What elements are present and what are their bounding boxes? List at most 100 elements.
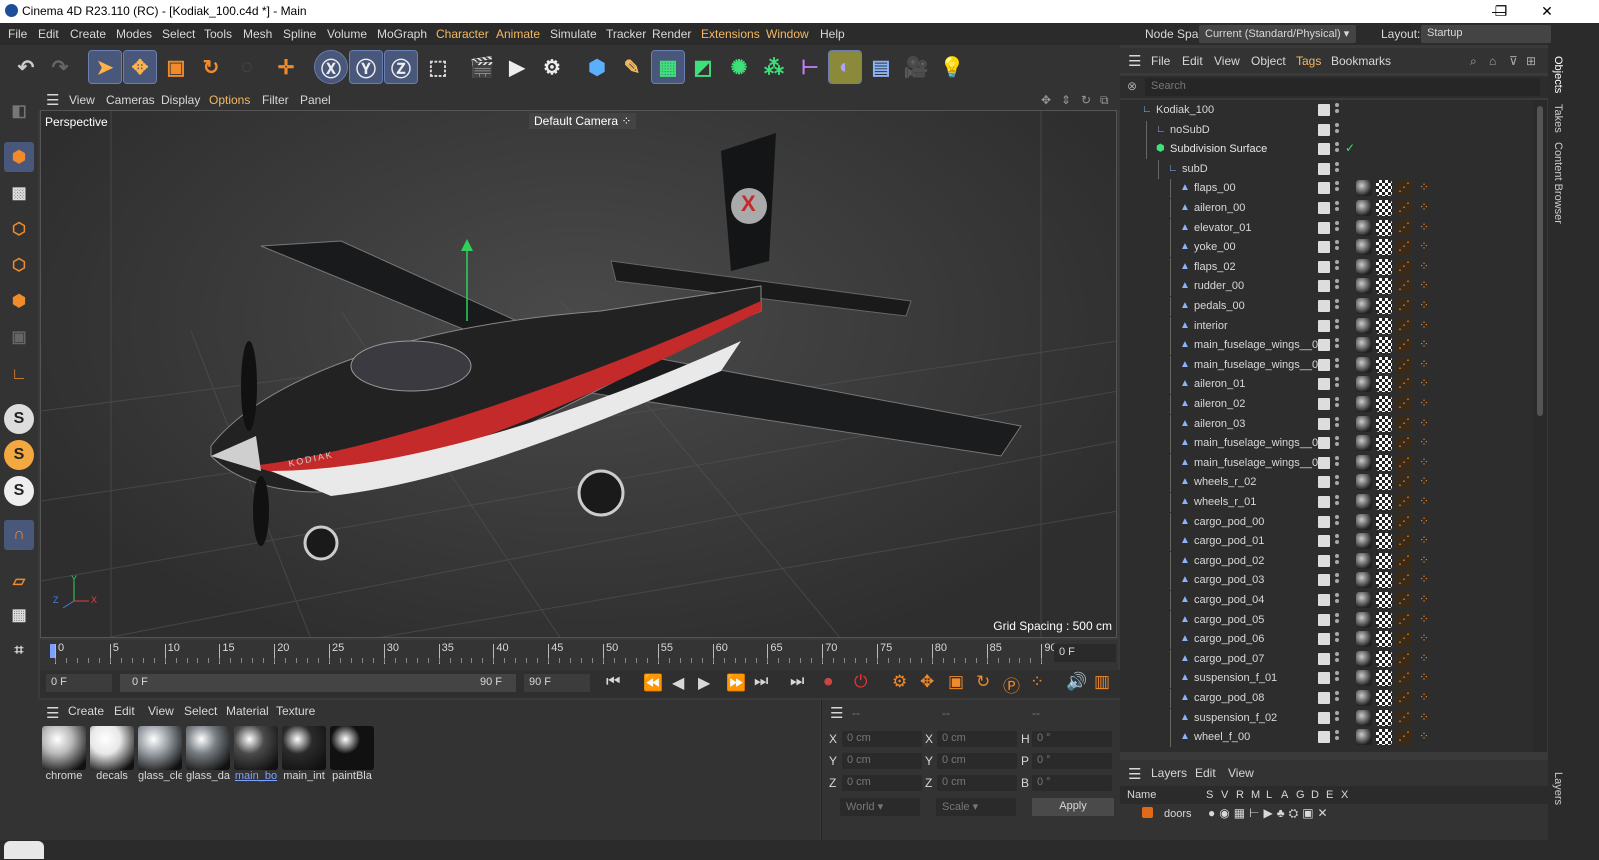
vp-menu-cameras[interactable]: Cameras [106,93,155,107]
object-name[interactable]: wheels_r_02 [1194,476,1256,488]
object-row[interactable]: ∟ noSubD [1120,120,1533,140]
material-label[interactable]: glass_da [186,770,230,782]
phong-tag-icon[interactable]: ⋰ [1396,317,1412,334]
phong-tag-icon[interactable]: ⋰ [1396,513,1412,530]
visibility-toggle[interactable] [1318,241,1330,254]
checker-tag-icon[interactable] [1376,729,1392,746]
layer-col-r[interactable]: R [1236,789,1244,801]
play-icon[interactable]: ▶ [698,673,710,693]
autokey-icon[interactable]: ⏻ [854,672,867,692]
checker-tag-icon[interactable] [1376,690,1392,706]
pos-z-field[interactable]: 0 cm [842,775,922,791]
layer-col-d[interactable]: D [1311,789,1319,801]
next-key-icon[interactable]: ⏭ [754,673,768,691]
object-row[interactable]: ▲ cargo_pod_00 ⋰ ⁘ [1120,512,1533,532]
move-icon[interactable]: ✥ [123,50,157,84]
phong-tag-icon[interactable]: ⋰ [1396,415,1412,432]
object-row[interactable]: ▲ yoke_00 ⋰ ⁘ [1120,238,1533,258]
visibility-toggle[interactable] [1318,613,1330,626]
vp-menu-options[interactable]: Options [209,93,250,107]
mat-menu-view[interactable]: View [148,704,174,718]
selection-tag-icon[interactable]: ⁘ [1416,670,1432,687]
visibility-toggle[interactable] [1318,574,1330,587]
menu-character[interactable]: Character [436,27,489,41]
selection-tag-icon[interactable]: ⁘ [1416,650,1432,667]
mat-menu-select[interactable]: Select [184,704,217,718]
tab-objects[interactable]: Objects [1552,56,1564,93]
material-tag-icon[interactable] [1356,709,1372,726]
material-label[interactable]: glass_cle [138,770,182,782]
object-name[interactable]: cargo_pod_08 [1194,692,1264,704]
object-name[interactable]: flaps_00 [1194,182,1236,194]
object-row[interactable]: ▲ flaps_00 ⋰ ⁘ [1120,179,1533,199]
phong-tag-icon[interactable]: ⋰ [1396,454,1412,471]
menu-tools[interactable]: Tools [204,27,232,41]
render-visibility-dots[interactable] [1335,514,1339,529]
render-visibility-dots[interactable] [1335,671,1339,685]
selection-tag-icon[interactable]: ⁘ [1416,533,1432,550]
layer-hamburger-icon[interactable]: ☰ [1128,765,1141,783]
mat-hamburger-icon[interactable]: ☰ [46,704,59,722]
layer-col-l[interactable]: L [1266,789,1272,801]
render-view-icon[interactable]: ▶ [501,51,533,83]
object-name[interactable]: main_fuselage_wings__04 [1194,437,1324,449]
checker-tag-icon[interactable] [1376,415,1392,432]
material-tag-icon[interactable] [1356,415,1372,432]
visibility-toggle[interactable] [1318,221,1330,234]
timeline-icon[interactable]: ▥ [1094,672,1110,692]
selection-tag-icon[interactable]: ⁘ [1416,435,1432,452]
menu-mograph[interactable]: MoGraph [377,27,427,41]
phong-tag-icon[interactable]: ⋰ [1396,200,1412,216]
node-space-dropdown[interactable]: Current (Standard/Physical) ▾ [1199,25,1356,43]
object-name[interactable]: aileron_01 [1194,378,1245,390]
object-row[interactable]: ▲ aileron_03 ⋰ ⁘ [1120,414,1533,434]
render-visibility-dots[interactable] [1335,259,1339,274]
layer-row[interactable]: doors ●◉▦⊢▶♣⛭▣✕ [1120,806,1548,824]
layer-color-swatch[interactable] [1142,807,1153,818]
key-param-icon[interactable]: Ⓟ [1003,672,1020,697]
layer-col-x[interactable]: X [1341,789,1348,801]
visibility-toggle[interactable] [1318,143,1330,156]
y-axis-icon[interactable]: Ⓨ [349,50,383,84]
keyframe-selection-icon[interactable]: ⚙ [892,672,907,692]
checker-tag-icon[interactable] [1376,454,1392,471]
layer-name[interactable]: doors [1164,808,1192,820]
render-visibility-dots[interactable] [1335,103,1339,117]
object-name[interactable]: suspension_f_01 [1194,672,1277,684]
select-icon[interactable]: ➤ [88,50,122,84]
phong-tag-icon[interactable]: ⋰ [1396,494,1412,510]
material-label[interactable]: paintBla [330,770,374,782]
menu-window[interactable]: Window [766,27,809,41]
key-position-icon[interactable]: ✥ [920,672,934,692]
polygons-mode-icon[interactable]: ⬢ [4,286,34,316]
object-name[interactable]: flaps_02 [1194,261,1236,273]
render-visibility-dots[interactable] [1335,416,1339,431]
vp-rotate-icon[interactable]: ↻ [1081,93,1091,107]
menu-modes[interactable]: Modes [116,27,152,41]
selection-tag-icon[interactable]: ⁘ [1416,180,1432,197]
render-region-icon[interactable]: 🎬 [466,51,498,83]
render-visibility-dots[interactable] [1335,318,1339,333]
obj-menu-edit[interactable]: Edit [1182,54,1203,68]
obj-new-window-icon[interactable]: ⊞ [1526,54,1536,68]
sound-icon[interactable]: 🔊 [1066,672,1087,692]
material-tag-icon[interactable] [1356,337,1372,354]
object-row[interactable]: ▲ aileron_01 ⋰ ⁘ [1120,375,1533,395]
object-name[interactable]: rudder_00 [1194,280,1244,292]
obj-hamburger-icon[interactable]: ☰ [1128,52,1141,70]
record-icon[interactable]: ⏺ [824,672,833,692]
material-tag-icon[interactable] [1356,631,1372,648]
object-row[interactable]: ▲ wheels_r_01 ⋰ ⁘ [1120,493,1533,512]
object-row[interactable]: ▲ elevator_01 ⋰ ⁘ [1120,218,1533,238]
visibility-toggle[interactable] [1318,319,1330,332]
selection-tag-icon[interactable]: ⁘ [1416,513,1432,530]
mat-menu-texture[interactable]: Texture [276,704,315,718]
render-visibility-dots[interactable] [1335,730,1339,744]
redo-icon[interactable]: ↷ [44,51,76,83]
menu-volume[interactable]: Volume [327,27,367,41]
material-tag-icon[interactable] [1356,435,1372,452]
material-tag-icon[interactable] [1356,650,1372,667]
object-row[interactable]: ▲ cargo_pod_03 ⋰ ⁘ [1120,571,1533,591]
phong-tag-icon[interactable]: ⋰ [1396,219,1412,236]
goto-end-icon[interactable]: ⏭ [790,673,804,691]
